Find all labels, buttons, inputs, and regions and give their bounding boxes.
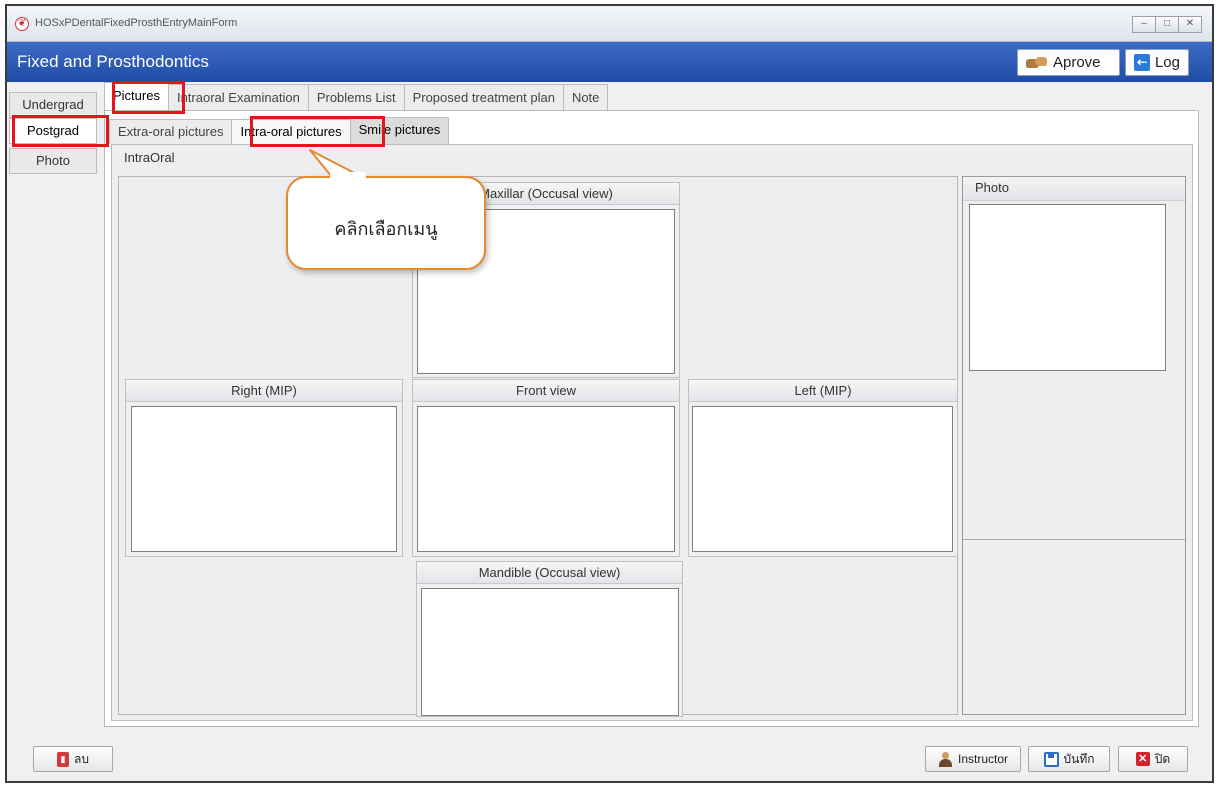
mandible-image[interactable]: [421, 588, 679, 716]
main-tab-bar: Pictures Intraoral Examination Problems …: [104, 82, 609, 110]
approve-button[interactable]: Aprove: [1017, 49, 1120, 76]
log-label: Log: [1154, 54, 1180, 71]
log-icon: ⇠: [1134, 54, 1150, 71]
left-mip-image[interactable]: [692, 406, 953, 552]
window-controls: – □ ✕: [1132, 16, 1202, 33]
photo-divider: [963, 539, 1185, 540]
instructor-label: Instructor: [957, 752, 1008, 766]
save-icon: [1043, 751, 1059, 767]
save-button[interactable]: บันทึก: [1028, 746, 1110, 772]
left-mip-group: Left (MIP): [688, 379, 958, 557]
close-window-button[interactable]: ✕: [1178, 16, 1202, 33]
close-label: ปิด: [1154, 751, 1171, 766]
close-icon: ✕: [1135, 752, 1150, 766]
callout-tail-cover: [330, 172, 366, 182]
tab-note[interactable]: Note: [562, 84, 609, 110]
front-view-image[interactable]: [417, 406, 675, 552]
tab-pictures[interactable]: Pictures: [104, 82, 169, 110]
person-icon: [938, 751, 953, 767]
approve-label: Aprove: [1053, 54, 1101, 71]
app-logo-icon: ❦: [15, 17, 29, 31]
front-view-group: Front view: [412, 379, 680, 557]
intraoral-title: IntraOral: [124, 150, 175, 165]
log-button[interactable]: ⇠ Log: [1125, 49, 1189, 76]
photo-image[interactable]: [969, 204, 1166, 371]
trash-icon: ▮: [57, 751, 69, 767]
front-view-label: Front view: [413, 380, 679, 402]
maximize-button[interactable]: □: [1155, 16, 1179, 33]
form-title: Fixed and Prosthodontics: [17, 52, 209, 71]
subtab-extra-oral[interactable]: Extra-oral pictures: [109, 119, 233, 144]
side-tab-undergrad[interactable]: Undergrad: [9, 92, 97, 118]
save-label: บันทึก: [1063, 751, 1095, 766]
delete-label: ลบ: [74, 751, 89, 766]
callout-text: คลิกเลือกเมนู: [334, 219, 438, 239]
minimize-button[interactable]: –: [1132, 16, 1156, 33]
tab-proposed-treatment-plan[interactable]: Proposed treatment plan: [403, 84, 564, 110]
sub-tab-bar: Extra-oral pictures Intra-oral pictures …: [109, 116, 450, 144]
photo-label: Photo: [963, 177, 1185, 201]
side-tab-postgrad[interactable]: Postgrad: [9, 118, 97, 144]
tab-problems-list[interactable]: Problems List: [307, 84, 405, 110]
mandible-label: Mandible (Occusal view): [417, 562, 682, 584]
mandible-group: Mandible (Occusal view): [416, 561, 683, 717]
close-button[interactable]: ✕ ปิด: [1118, 746, 1188, 772]
handshake-icon: [1026, 56, 1048, 70]
form-header: Fixed and Prosthodontics Aprove ⇠ Log: [7, 42, 1212, 82]
right-mip-group: Right (MIP): [125, 379, 403, 557]
right-mip-label: Right (MIP): [126, 380, 402, 402]
right-mip-image[interactable]: [131, 406, 397, 552]
title-bar: ❦ HOSxPDentalFixedProsthEntryMainForm – …: [7, 6, 1212, 42]
window-title: HOSxPDentalFixedProsthEntryMainForm: [35, 17, 238, 29]
subtab-intra-oral[interactable]: Intra-oral pictures: [231, 119, 351, 144]
instruction-callout: คลิกเลือกเมนู: [286, 176, 486, 270]
footer-bar: ▮ ลบ Instructor บันทึก ✕ ปิด: [7, 736, 1212, 777]
instructor-button[interactable]: Instructor: [925, 746, 1021, 772]
delete-button[interactable]: ▮ ลบ: [33, 746, 113, 772]
tab-intraoral-examination[interactable]: Intraoral Examination: [167, 84, 309, 110]
left-mip-label: Left (MIP): [689, 380, 957, 402]
photo-panel: Photo: [962, 176, 1186, 715]
side-tab-photo[interactable]: Photo: [9, 148, 97, 174]
subtab-smile[interactable]: Smile pictures: [349, 117, 450, 144]
